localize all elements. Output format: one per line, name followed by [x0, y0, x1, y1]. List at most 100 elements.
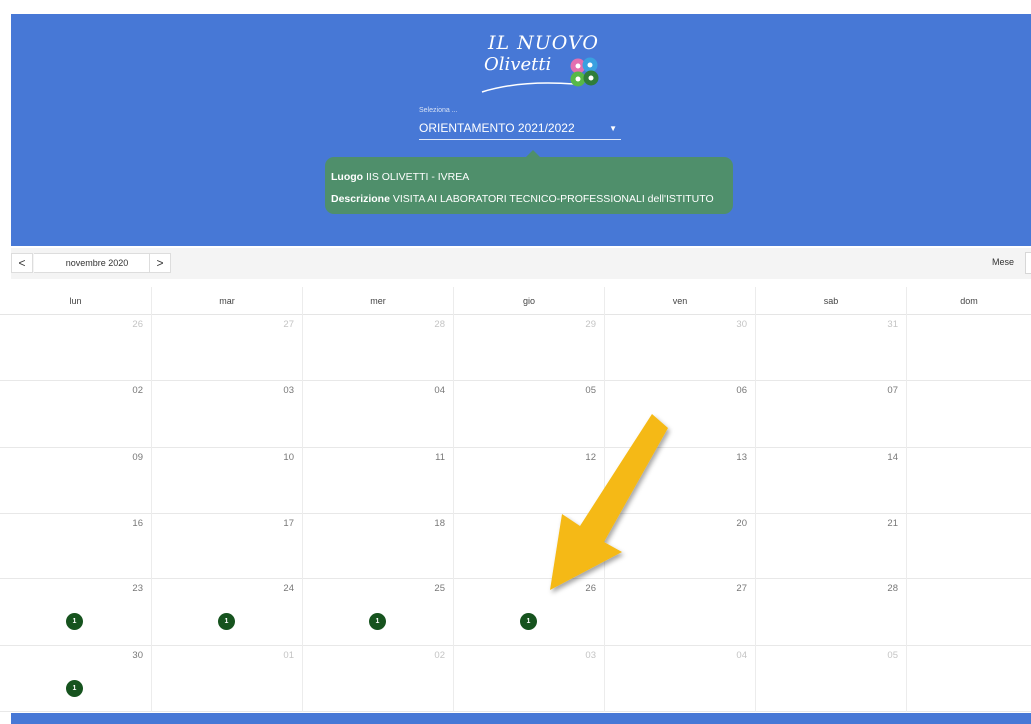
dow-ven: ven	[604, 287, 755, 315]
day-number: 13	[736, 452, 747, 463]
day-number: 07	[887, 385, 898, 396]
day-number: 16	[132, 518, 143, 529]
day-number: 02	[132, 385, 143, 396]
day-number: 28	[434, 319, 445, 330]
day-cell[interactable]: 26	[0, 315, 151, 381]
calendar-toolbar: < novembre 2020 > Mese	[11, 248, 1031, 279]
day-cell[interactable]: 05	[755, 646, 906, 712]
day-cell[interactable]: 04	[302, 381, 453, 448]
day-number: 03	[283, 385, 294, 396]
day-number: 05	[887, 650, 898, 661]
day-cell[interactable]: 05	[453, 381, 604, 448]
day-cell[interactable]	[906, 448, 1031, 514]
tooltip-descrizione: Descrizione VISITA AI LABORATORI TECNICO…	[331, 193, 714, 205]
select-value: ORIENTAMENTO 2021/2022	[419, 121, 575, 135]
day-number: 20	[736, 518, 747, 529]
day-cell[interactable]: 25 1	[302, 579, 453, 646]
day-cell[interactable]	[906, 514, 1031, 579]
week-row: 23 1 24 1 25 1 26 1 27 28	[0, 579, 1031, 646]
day-cell[interactable]: 18	[302, 514, 453, 579]
caret-down-icon[interactable]: ▼	[609, 124, 617, 133]
prev-month-button[interactable]: <	[11, 253, 33, 273]
day-cell[interactable]	[453, 514, 604, 579]
event-count-badge[interactable]: 1	[520, 613, 537, 630]
event-count-badge[interactable]: 1	[369, 613, 386, 630]
week-row: 16 17 18 20 21	[0, 514, 1031, 579]
day-number: 21	[887, 518, 898, 529]
day-cell[interactable]: 30	[604, 315, 755, 381]
view-selector[interactable]	[1025, 252, 1031, 274]
day-cell[interactable]: 13	[604, 448, 755, 514]
day-cell[interactable]	[906, 315, 1031, 381]
day-number: 18	[434, 518, 445, 529]
event-count-badge[interactable]: 1	[66, 613, 83, 630]
logo-swoosh-icon	[481, 82, 575, 93]
day-cell[interactable]: 04	[604, 646, 755, 712]
day-cell[interactable]: 27	[604, 579, 755, 646]
day-number: 23	[132, 583, 143, 594]
dow-lun: lun	[69, 296, 82, 306]
day-cell[interactable]	[906, 579, 1031, 646]
day-number: 30	[132, 650, 143, 661]
descrizione-value: VISITA AI LABORATORI TECNICO-PROFESSIONA…	[392, 193, 714, 205]
day-cell[interactable]: 30 1	[0, 646, 151, 712]
day-cell[interactable]: 26 1	[453, 579, 604, 646]
day-cell[interactable]	[906, 646, 1031, 712]
day-cell[interactable]: 28	[302, 315, 453, 381]
event-tooltip: Luogo IIS OLIVETTI - IVREA Descrizione V…	[325, 150, 733, 214]
day-number: 29	[585, 319, 596, 330]
day-cell[interactable]: 01	[151, 646, 302, 712]
day-number: 17	[283, 518, 294, 529]
day-cell[interactable]: 21	[755, 514, 906, 579]
logo: IL NUOVO Olivetti	[474, 28, 609, 102]
day-number: 03	[585, 650, 596, 661]
day-cell[interactable]: 17	[151, 514, 302, 579]
dow-mer: mer	[302, 287, 453, 315]
day-number: 25	[434, 583, 445, 594]
day-number: 27	[736, 583, 747, 594]
day-cell[interactable]: 09	[0, 448, 151, 514]
next-month-button[interactable]: >	[149, 253, 171, 273]
day-number: 31	[887, 319, 898, 330]
day-cell[interactable]: 12	[453, 448, 604, 514]
day-number: 12	[585, 452, 596, 463]
day-cell[interactable]: 24 1	[151, 579, 302, 646]
tooltip-luogo: Luogo IIS OLIVETTI - IVREA	[331, 171, 469, 183]
day-cell[interactable]	[906, 381, 1031, 448]
day-cell[interactable]: 14	[755, 448, 906, 514]
day-number: 26	[132, 319, 143, 330]
day-cell[interactable]: 20	[604, 514, 755, 579]
dow-sab: sab	[755, 287, 906, 315]
day-cell[interactable]: 10	[151, 448, 302, 514]
day-cell[interactable]: 11	[302, 448, 453, 514]
dow-gio: gio	[453, 287, 604, 315]
logo-line2: Olivetti	[484, 54, 552, 75]
day-cell[interactable]: 27	[151, 315, 302, 381]
day-cell[interactable]: 02	[0, 381, 151, 448]
day-of-week-header: lun mar mer gio ven sab dom	[0, 287, 1031, 315]
event-select[interactable]: Seleziona ... ORIENTAMENTO 2021/2022 ▼	[409, 104, 621, 146]
day-cell[interactable]: 06	[604, 381, 755, 448]
day-cell[interactable]: 28	[755, 579, 906, 646]
week-row: 09 10 11 12 13 14	[0, 448, 1031, 514]
day-number: 04	[434, 385, 445, 396]
day-cell[interactable]: 07	[755, 381, 906, 448]
luogo-label: Luogo	[331, 171, 364, 183]
day-cell[interactable]: 02	[302, 646, 453, 712]
day-number: 04	[736, 650, 747, 661]
day-cell[interactable]: 23 1	[0, 579, 151, 646]
day-cell[interactable]: 29	[453, 315, 604, 381]
day-cell[interactable]: 03	[151, 381, 302, 448]
event-count-badge[interactable]: 1	[66, 680, 83, 697]
week-row: 02 03 04 05 06 07	[0, 381, 1031, 448]
dow-mar: mar	[151, 287, 302, 315]
descrizione-label: Descrizione	[331, 193, 390, 205]
day-cell[interactable]: 16	[0, 514, 151, 579]
day-cell[interactable]: 31	[755, 315, 906, 381]
day-number: 30	[736, 319, 747, 330]
current-month-label: novembre 2020	[34, 253, 160, 273]
day-number: 26	[585, 583, 596, 594]
logo-dots-icon	[570, 57, 599, 87]
day-cell[interactable]: 03	[453, 646, 604, 712]
event-count-badge[interactable]: 1	[218, 613, 235, 630]
